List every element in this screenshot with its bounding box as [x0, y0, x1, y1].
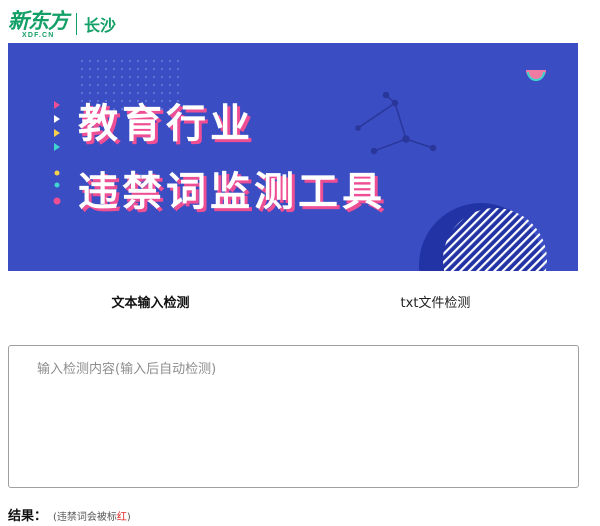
result-note: (违禁词会被标红)	[53, 508, 131, 523]
banner-decoration	[53, 55, 547, 271]
banner-title-line1: 教育行业	[78, 101, 254, 147]
result-section: 结果： (违禁词会被标红)	[8, 505, 131, 524]
header-divider	[76, 13, 77, 35]
network-graph	[355, 91, 437, 155]
deco-dot	[53, 197, 61, 205]
arrow-marker	[54, 115, 60, 123]
result-label: 结果：	[8, 509, 48, 524]
logo-text: 新东方	[8, 7, 69, 33]
arrow-marker	[54, 143, 60, 151]
city-label: 长沙	[84, 16, 117, 35]
hero-banner: 教育行业 违禁词监测工具	[8, 43, 578, 271]
arrow-marker	[54, 101, 60, 109]
site-header: 新东方 XDF.CN 长沙	[8, 6, 116, 42]
arrow-marker	[54, 129, 60, 137]
result-note-red: 红	[116, 512, 127, 523]
content-input[interactable]	[8, 345, 579, 488]
result-note-prefix: (违禁词会被标	[53, 512, 117, 523]
logo-domain: XDF.CN	[22, 31, 55, 39]
deco-dot	[54, 170, 60, 176]
xdf-logo[interactable]: 新东方 XDF.CN	[8, 7, 69, 39]
tab-text-input[interactable]: 文本输入检测	[8, 290, 293, 318]
detection-mode-tabs: 文本输入检测 txt文件检测	[8, 290, 578, 318]
banner-title-line2: 违禁词监测工具	[78, 169, 386, 215]
tab-txt-file[interactable]: txt文件检测	[293, 290, 578, 318]
deco-dot	[54, 182, 60, 188]
result-note-suffix: )	[126, 512, 131, 523]
